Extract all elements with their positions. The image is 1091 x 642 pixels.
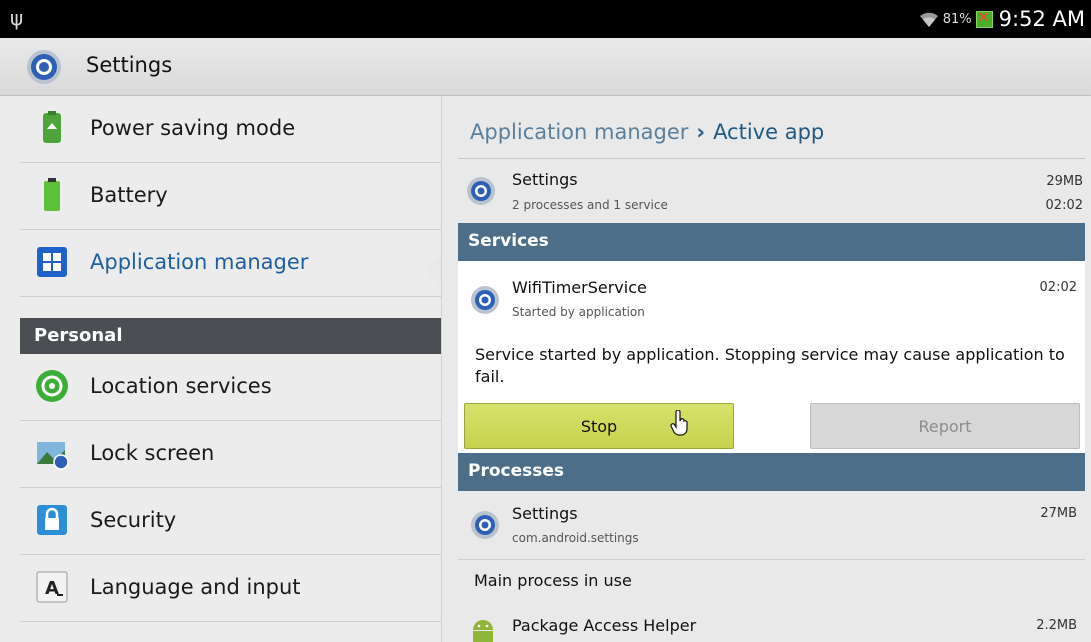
service-sub: Started by application [512, 305, 645, 319]
android-package-icon [473, 620, 493, 642]
battery-charging-icon [975, 10, 993, 28]
menu-item-power-saving[interactable]: Power saving mode [0, 96, 441, 163]
menu-item-battery[interactable]: Battery [0, 163, 441, 230]
clock: 9:52 AM [998, 7, 1085, 31]
settings-gear-icon [471, 511, 499, 539]
divider [458, 559, 1085, 560]
breadcrumb: Application manager › Active app [470, 120, 824, 144]
status-bar: ψ 81% 9:52 AM [0, 0, 1091, 38]
settings-gear-icon [471, 286, 499, 314]
process-memory: 27MB [1040, 506, 1077, 521]
menu-item-lock-screen[interactable]: Lock screen [0, 421, 441, 488]
language-icon: A [36, 571, 68, 603]
hand-cursor-icon [670, 410, 688, 436]
breadcrumb-separator: › [696, 120, 706, 144]
power-saving-icon [43, 111, 61, 143]
settings-menu: Power saving mode Battery Application ma… [0, 96, 441, 642]
report-button[interactable]: Report [810, 403, 1080, 449]
menu-item-language-input[interactable]: A Language and input [0, 555, 441, 622]
menu-item-label: Language and input [90, 575, 301, 599]
processes-header: Processes [458, 453, 1085, 491]
menu-item-application-manager[interactable]: Application manager [0, 230, 441, 297]
settings-gear-icon[interactable] [25, 48, 63, 86]
detail-pane: Application manager › Active app Settings … [441, 96, 1091, 642]
service-name: WifiTimerService [512, 278, 647, 297]
services-header: Services [458, 223, 1085, 261]
settings-gear-icon [467, 177, 495, 205]
svg-text:A: A [45, 578, 59, 599]
section-header-personal: Personal [20, 318, 441, 354]
menu-item-security[interactable]: Security [0, 488, 441, 555]
menu-item-label: Power saving mode [90, 116, 296, 140]
usb-icon: ψ [10, 6, 24, 30]
breadcrumb-parent[interactable]: Application manager [470, 120, 688, 144]
security-lock-icon [37, 505, 67, 535]
menu-item-label: Security [90, 508, 177, 532]
service-description: Service started by application. Stopping… [475, 345, 1065, 386]
divider [458, 158, 1085, 159]
status-indicators: 81% 9:52 AM [919, 5, 1085, 33]
action-bar: Settings [0, 38, 1091, 96]
app-time: 02:02 [1045, 198, 1083, 213]
settings-screen: ψ 81% 9:52 AM Settings [0, 0, 1091, 642]
battery-percent: 81% [942, 11, 972, 27]
wifi-icon [919, 10, 939, 28]
menu-item-label: Lock screen [90, 441, 215, 465]
process-name: Settings [512, 504, 578, 523]
process-package: com.android.settings [512, 531, 639, 545]
location-icon [36, 370, 68, 402]
breadcrumb-current: Active app [713, 120, 825, 144]
app-summary: 2 processes and 1 service [512, 198, 668, 212]
application-manager-icon [37, 247, 67, 277]
app-name: Settings [512, 170, 578, 189]
main-process-text: Main process in use [474, 571, 632, 590]
app-title: Settings [86, 53, 173, 77]
service-time: 02:02 [1039, 280, 1077, 295]
stop-button-label: Stop [580, 416, 618, 436]
process-memory: 2.2MB [1036, 618, 1077, 633]
stop-button[interactable]: Stop [464, 403, 734, 449]
menu-item-label: Location services [90, 374, 272, 398]
battery-icon [44, 178, 60, 211]
selection-pointer [425, 254, 441, 286]
app-memory: 29MB [1046, 174, 1083, 189]
menu-item-label: Battery [90, 183, 168, 207]
menu-item-location-services[interactable]: Location services [0, 354, 441, 421]
report-button-label: Report [918, 416, 972, 436]
menu-item-label: Application manager [90, 250, 309, 274]
lock-screen-icon [37, 442, 69, 470]
process-name: Package Access Helper [512, 616, 697, 635]
